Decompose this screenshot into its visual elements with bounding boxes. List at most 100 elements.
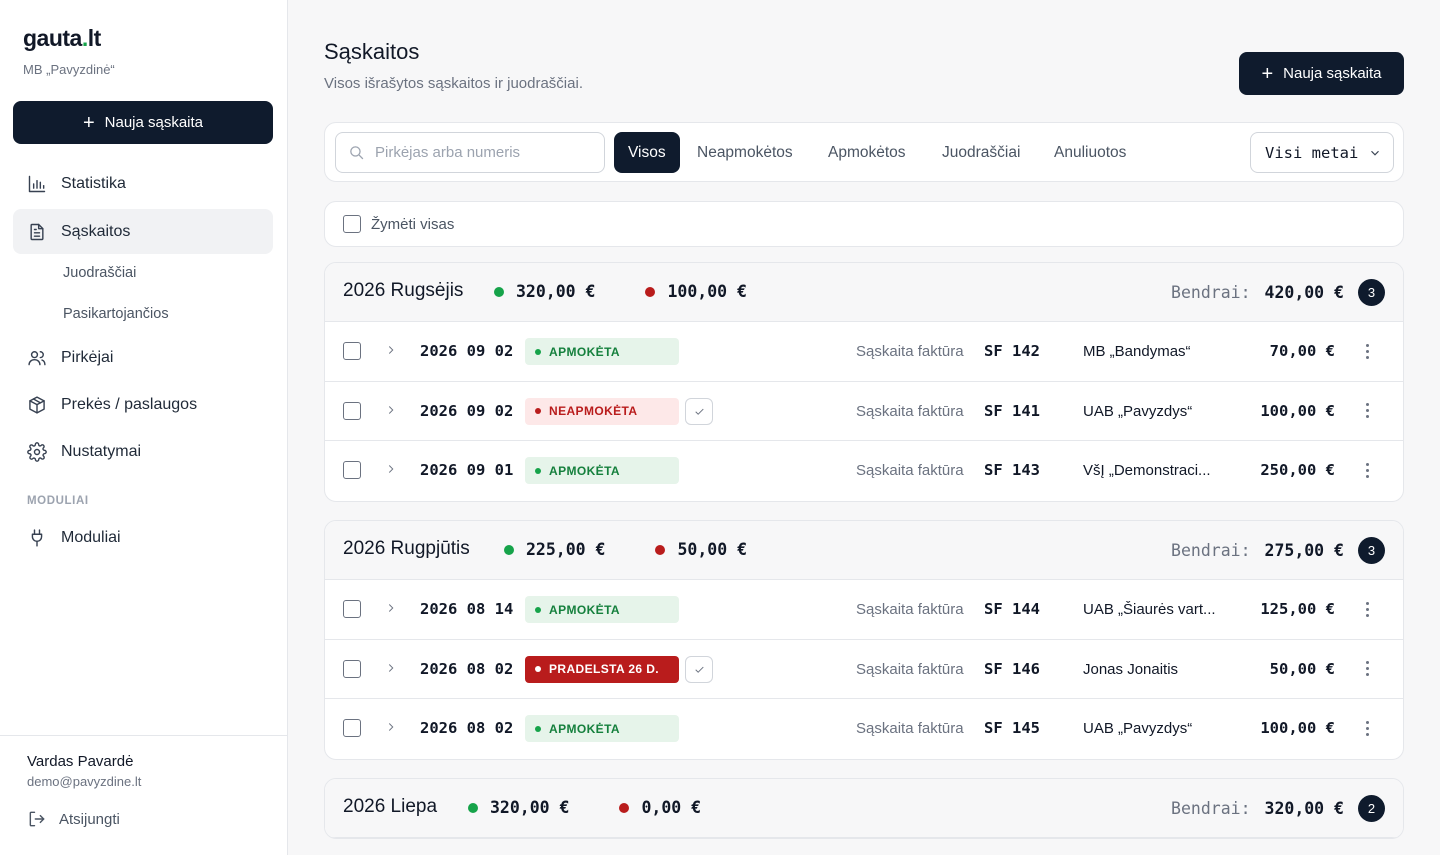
row-checkbox[interactable] [343, 342, 361, 360]
year-select[interactable]: Visi metai [1250, 132, 1394, 173]
user-email: demo@pavyzdine.lt [27, 774, 142, 789]
sidebar-subitem-drafts[interactable]: Juodraščiai [63, 265, 136, 281]
brand-logo[interactable]: gauta.lt [23, 25, 101, 52]
mark-paid-button[interactable] [685, 397, 713, 425]
invoice-type: Sąskaita faktūra [856, 720, 964, 737]
status-badge: APMOKĖTA [525, 457, 679, 484]
row-checkbox[interactable] [343, 600, 361, 618]
tab-unpaid[interactable]: Neapmokėtos [697, 132, 793, 173]
logout-button[interactable]: Atsijungti [27, 809, 120, 829]
group-title: 2026 Rugpjūtis [343, 538, 470, 559]
invoice-buyer: UAB „Pavyzdys“ [1083, 402, 1193, 420]
group-sums: 320,00 € 100,00 € [494, 282, 747, 301]
invoice-date: 2026 08 02 [420, 719, 514, 737]
unpaid-dot-icon [645, 286, 656, 297]
sidebar-item-statistics[interactable]: Statistika [13, 161, 273, 206]
more-options-icon[interactable] [1357, 459, 1377, 481]
more-options-icon[interactable] [1357, 340, 1377, 362]
tab-drafts[interactable]: Juodraščiai [942, 132, 1020, 173]
new-invoice-button[interactable]: + Nauja sąskaita [1239, 52, 1404, 95]
plug-icon [31, 528, 43, 547]
page-title: Sąskaitos [324, 39, 420, 64]
gear-icon [27, 441, 47, 462]
sidebar-item-products[interactable]: Prekės / paslaugos [13, 382, 273, 427]
sidebar-item-settings[interactable]: Nustatymai [13, 429, 273, 474]
invoice-number: SF 143 [984, 461, 1040, 479]
more-options-icon[interactable] [1357, 598, 1377, 620]
invoice-row[interactable]: 2026 08 02 PRADELSTA 26 D. Sąskaita faktūr… [325, 640, 1403, 699]
sidebar-subitem-recurring[interactable]: Pasikartojančios [63, 306, 169, 322]
chevron-right-icon[interactable] [384, 720, 398, 734]
sidebar-item-modules[interactable]: Moduliai [13, 515, 273, 560]
invoice-date: 2026 09 01 [420, 461, 514, 479]
invoice-row[interactable]: 2026 09 01 APMOKĖTA Sąskaita faktūra SF 143… [325, 441, 1403, 501]
sidebar-item-buyers[interactable]: Pirkėjai [13, 335, 273, 380]
status-badge: NEAPMOKĖTA [525, 397, 679, 425]
status-dot-icon [535, 467, 541, 474]
invoice-amount: 70,00 € [1269, 342, 1335, 360]
users-icon [28, 350, 46, 365]
chevron-right-icon[interactable] [384, 403, 398, 417]
group-total-label: Bendrai: [1171, 799, 1251, 818]
invoice-type: Sąskaita faktūra [856, 462, 964, 479]
row-checkbox[interactable] [343, 659, 361, 678]
paid-dot-icon [468, 802, 478, 813]
status-badge: APMOKĖTA [525, 596, 679, 623]
group-paid-sum: 320,00 € [516, 282, 596, 301]
chevron-right-icon[interactable] [384, 343, 398, 357]
group-sums: 320,00 € 0,00 € [468, 798, 701, 817]
tab-paid[interactable]: Apmokėtos [828, 132, 906, 173]
row-checkbox[interactable] [343, 461, 361, 479]
status-dot-icon [535, 348, 541, 355]
group-header[interactable]: 2026 Rugpjūtis 225,00 € 50,00 € Bendrai: 275… [325, 521, 1403, 580]
plus-icon: + [82, 111, 95, 134]
invoice-row[interactable]: 2026 09 02 APMOKĖTA Sąskaita faktūra SF 142… [325, 322, 1403, 382]
invoice-amount: 100,00 € [1260, 401, 1335, 420]
more-options-icon[interactable] [1357, 658, 1377, 680]
search-input[interactable] [375, 144, 595, 161]
invoice-group: 2026 Rugsėjis 320,00 € 100,00 € Bendrai: 420… [324, 262, 1404, 502]
invoice-date: 2026 09 02 [420, 401, 514, 420]
paid-dot-icon [494, 286, 504, 297]
document-icon [30, 223, 44, 240]
invoice-buyer: UAB „Šiaurės vart... [1083, 601, 1216, 618]
chevron-right-icon[interactable] [384, 462, 398, 476]
invoice-amount: 50,00 € [1269, 659, 1335, 678]
plus-icon: + [1261, 62, 1274, 85]
sidebar-new-invoice-button[interactable]: + Nauja sąskaita [13, 101, 273, 144]
invoice-date: 2026 08 14 [420, 600, 514, 618]
select-all-checkbox[interactable] [343, 215, 361, 233]
sidebar-footer: Vardas Pavardė demo@pavyzdine.lt Atsijun… [0, 735, 287, 855]
chevron-down-icon [1371, 150, 1380, 156]
group-total: Bendrai: 275,00 € 3 [1171, 537, 1385, 564]
tab-all[interactable]: Visos [614, 132, 680, 173]
more-options-icon[interactable] [1357, 400, 1377, 422]
sidebar: gauta.lt MB „Pavyzdinė“ + Nauja sąskaita… [0, 0, 288, 855]
invoice-date: 2026 08 02 [420, 659, 514, 678]
group-sums: 225,00 € 50,00 € [504, 540, 747, 559]
invoice-type: Sąskaita faktūra [856, 402, 964, 420]
group-count-badge: 3 [1358, 537, 1385, 564]
tab-cancelled[interactable]: Anuliuotos [1054, 132, 1126, 173]
row-checkbox[interactable] [343, 719, 361, 737]
box-icon [29, 395, 45, 414]
chevron-right-icon[interactable] [384, 661, 398, 675]
mark-paid-button[interactable] [685, 655, 713, 683]
chevron-right-icon[interactable] [384, 601, 398, 615]
group-total-value: 275,00 € [1264, 541, 1344, 560]
status-badge: APMOKĖTA [525, 338, 679, 365]
invoice-date: 2026 09 02 [420, 342, 514, 360]
invoice-amount: 125,00 € [1260, 600, 1335, 618]
group-header[interactable]: 2026 Liepa 320,00 € 0,00 € Bendrai: 320,00 €… [325, 779, 1403, 838]
status-dot-icon [535, 725, 541, 732]
invoice-row[interactable]: 2026 09 02 NEAPMOKĖTA Sąskaita faktūra SF 1… [325, 382, 1403, 441]
invoice-number: SF 141 [984, 401, 1040, 420]
sidebar-item-invoices[interactable]: Sąskaitos [13, 209, 273, 254]
invoice-row[interactable]: 2026 08 02 APMOKĖTA Sąskaita faktūra SF 145… [325, 699, 1403, 759]
invoice-row[interactable]: 2026 08 14 APMOKĖTA Sąskaita faktūra SF 144… [325, 580, 1403, 640]
more-options-icon[interactable] [1357, 717, 1377, 739]
invoice-buyer: VšĮ „Demonstraci... [1083, 462, 1211, 479]
group-header[interactable]: 2026 Rugsėjis 320,00 € 100,00 € Bendrai: 420… [325, 263, 1403, 322]
invoice-group: 2026 Liepa 320,00 € 0,00 € Bendrai: 320,00 €… [324, 778, 1404, 839]
row-checkbox[interactable] [343, 401, 361, 420]
